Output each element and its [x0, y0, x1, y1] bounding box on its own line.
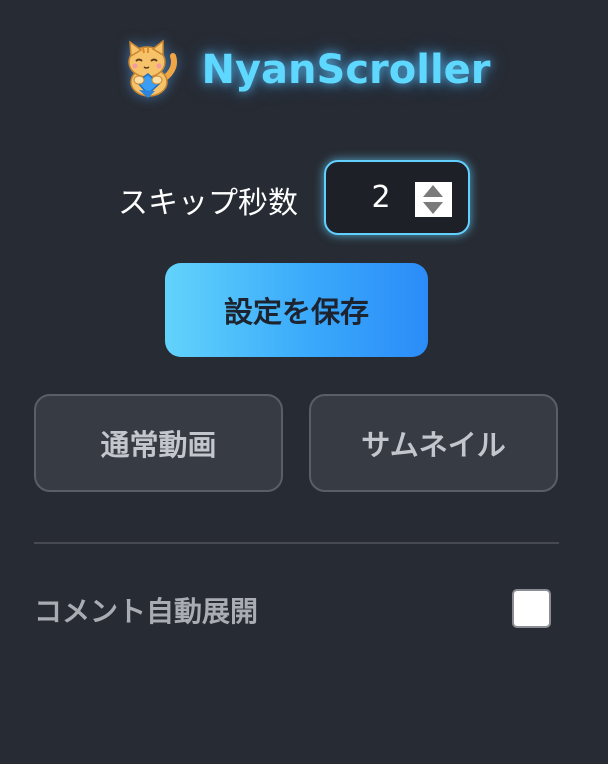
spinner-down-icon[interactable] — [423, 202, 443, 214]
cat-logo-icon — [117, 38, 179, 102]
auto-expand-comments-checkbox[interactable] — [512, 589, 551, 628]
skip-seconds-row: スキップ秒数 2 — [0, 160, 608, 238]
number-spinner[interactable] — [415, 182, 452, 217]
thumbnail-button[interactable]: サムネイル — [309, 394, 558, 492]
app-title: NyanScroller — [201, 47, 491, 93]
auto-expand-comments-label: コメント自動展開 — [34, 595, 259, 628]
save-settings-button[interactable]: 設定を保存 — [165, 263, 428, 357]
skip-seconds-input[interactable]: 2 — [324, 160, 470, 235]
app-header: NyanScroller — [0, 30, 608, 110]
section-divider — [34, 542, 559, 544]
skip-seconds-value[interactable]: 2 — [366, 180, 396, 215]
spinner-up-icon[interactable] — [423, 185, 443, 197]
normal-video-button[interactable]: 通常動画 — [34, 394, 283, 492]
skip-seconds-label: スキップ秒数 — [118, 186, 298, 221]
